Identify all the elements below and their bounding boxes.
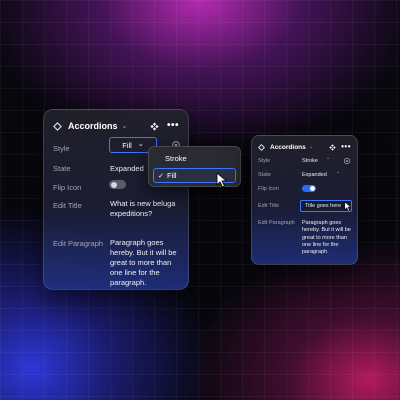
component-icon[interactable] — [329, 143, 336, 151]
state-label: State — [258, 172, 271, 178]
diamond-icon — [258, 143, 265, 151]
diamond-icon — [53, 121, 62, 131]
dropdown-option-fill[interactable]: ✓ Fill — [153, 168, 236, 183]
chevron-down-icon[interactable]: ⌄ — [122, 122, 128, 130]
edit-title-label: Edit Title — [258, 203, 280, 209]
edit-title-label: Edit Title — [53, 201, 82, 210]
flip-icon-label: Flip Icon — [258, 186, 279, 192]
accordion-properties-panel-small: Accordions ⌄ ••• Style Stroke ⌄ State Ex… — [251, 135, 358, 265]
option-label: Stroke — [165, 154, 187, 163]
more-dots-icon[interactable]: ••• — [167, 121, 179, 131]
style-dropdown-menu: Stroke ✓ Fill — [148, 146, 241, 187]
style-dropdown-value: Fill — [122, 140, 132, 150]
panel-header: Accordions ⌄ ••• — [53, 119, 179, 133]
chevron-down-icon[interactable]: ⌄ — [309, 144, 313, 150]
edit-paragraph-value[interactable]: Paragraph goes hereby. But it will be gr… — [302, 220, 356, 256]
edit-paragraph-label: Edit Paragraph — [258, 220, 295, 226]
component-icon[interactable] — [150, 121, 159, 131]
edit-title-value[interactable]: What is new beluga expeditions? — [110, 199, 176, 219]
style-label: Style — [258, 158, 271, 164]
style-value[interactable]: Stroke — [302, 158, 318, 164]
gear-icon[interactable] — [343, 157, 351, 165]
edit-paragraph-value[interactable]: Paragraph goes hereby. But it will be gr… — [110, 238, 184, 287]
style-label: Style — [53, 144, 70, 153]
dropdown-option-stroke[interactable]: Stroke — [153, 151, 236, 166]
state-value[interactable]: Expanded — [110, 164, 144, 173]
more-dots-icon[interactable]: ••• — [341, 143, 351, 151]
panel-title: Accordions — [68, 121, 118, 131]
panel-title: Accordions — [270, 143, 306, 151]
flip-icon-label: Flip Icon — [53, 183, 82, 192]
check-icon: ✓ — [158, 172, 164, 180]
edit-title-input[interactable]: Title goes here — [300, 200, 352, 212]
state-label: State — [53, 164, 71, 173]
state-value[interactable]: Expanded — [302, 172, 327, 178]
option-label: Fill — [167, 171, 177, 180]
edit-title-value: Title goes here — [305, 203, 342, 209]
flip-icon-toggle[interactable] — [109, 180, 126, 189]
panel-header: Accordions ⌄ ••• — [258, 142, 351, 152]
chevron-down-icon: ⌄ — [137, 140, 144, 148]
chevron-down-icon[interactable]: ⌄ — [336, 169, 340, 175]
chevron-down-icon[interactable]: ⌄ — [326, 155, 330, 161]
flip-icon-toggle[interactable] — [302, 185, 316, 192]
edit-paragraph-label: Edit Paragraph — [53, 239, 104, 248]
toggle-knob — [110, 181, 117, 188]
toggle-knob — [310, 186, 315, 191]
